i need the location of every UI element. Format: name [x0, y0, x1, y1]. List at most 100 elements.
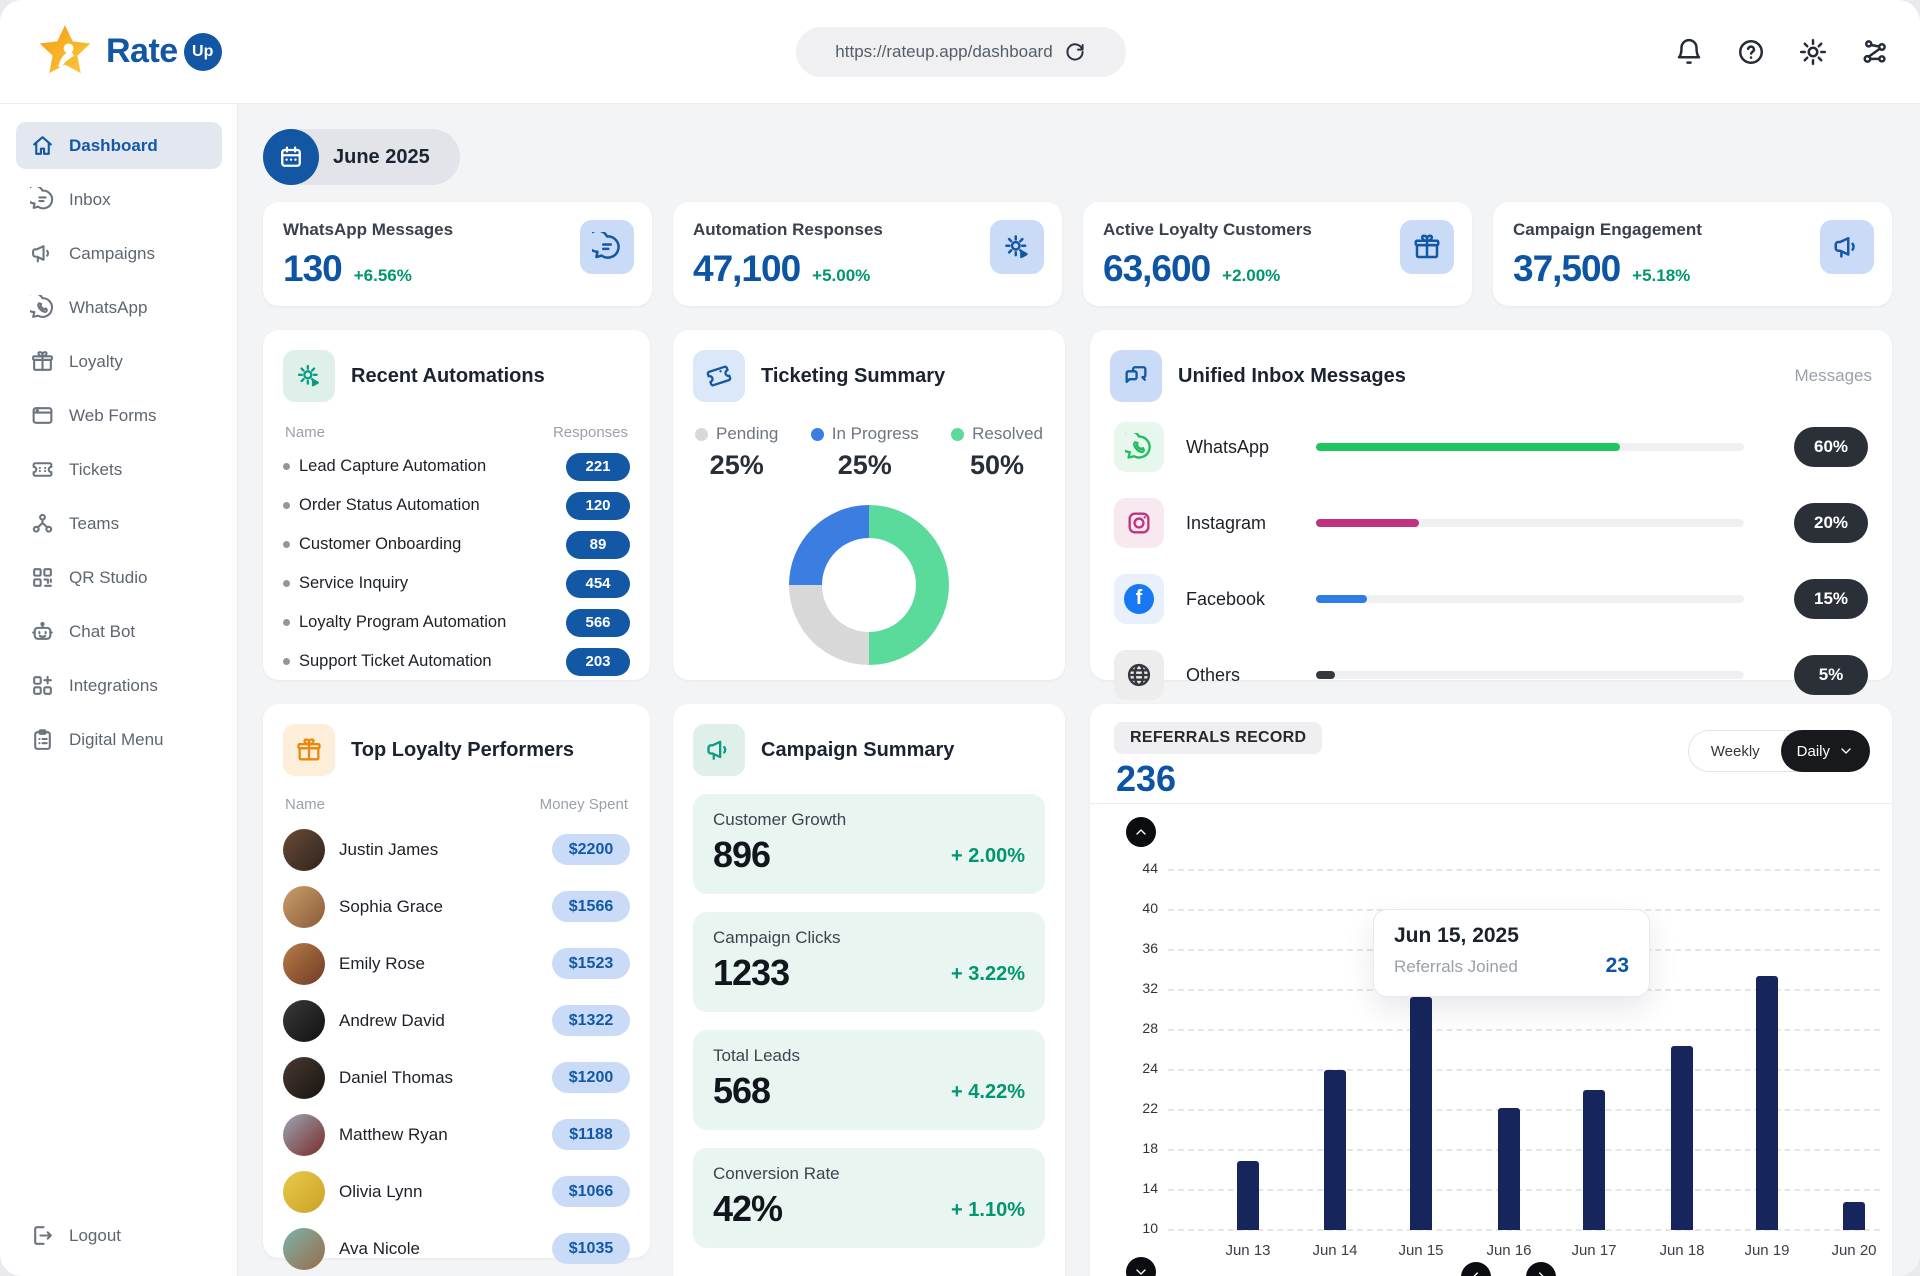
y-tick: 36 [1110, 940, 1158, 956]
automation-row[interactable]: Order Status Automation120 [263, 486, 650, 525]
gear-play-icon [990, 220, 1044, 274]
card-title: Ticketing Summary [761, 365, 945, 388]
sidebar-item-integrations[interactable]: Integrations [16, 662, 222, 709]
tooltip-label: Referrals Joined [1394, 957, 1518, 977]
automation-row[interactable]: Customer Onboarding89 [263, 525, 650, 564]
bar-jun-13[interactable] [1237, 1161, 1259, 1230]
bullet-dot [283, 463, 290, 470]
responses-badge: 566 [566, 609, 630, 637]
sidebar-item-dashboard[interactable]: Dashboard [16, 122, 222, 169]
progress-track [1316, 519, 1744, 527]
responses-badge: 454 [566, 570, 630, 598]
y-tick: 28 [1110, 1020, 1158, 1036]
bar-jun-17[interactable] [1583, 1090, 1605, 1230]
x-tick: Jun 14 [1295, 1242, 1375, 1259]
toggle-daily-label: Daily [1797, 743, 1830, 760]
notifications-bell-icon[interactable] [1674, 37, 1704, 67]
legend-dot [695, 428, 708, 441]
performer-row[interactable]: Daniel Thomas$1200 [263, 1049, 650, 1106]
chevron-down-icon [1133, 1264, 1149, 1276]
sidebar-item-web-forms[interactable]: Web Forms [16, 392, 222, 439]
url-bar[interactable]: https://rateup.app/dashboard [796, 27, 1126, 77]
channel-row-facebook: Facebook 15% [1090, 568, 1892, 630]
megaphone-icon [1820, 220, 1874, 274]
sidebar-item-tickets[interactable]: Tickets [16, 446, 222, 493]
sidebar-item-loyalty[interactable]: Loyalty [16, 338, 222, 385]
performer-row[interactable]: Matthew Ryan$1188 [263, 1106, 650, 1163]
legend-label: Pending [716, 424, 778, 444]
ticketing-donut-chart[interactable] [789, 505, 949, 665]
sidebar-item-inbox[interactable]: Inbox [16, 176, 222, 223]
toggle-daily[interactable]: Daily [1781, 730, 1870, 772]
messages-label: Messages [1795, 366, 1872, 386]
sidebar-item-qr-studio[interactable]: QR Studio [16, 554, 222, 601]
logout-button[interactable]: Logout [16, 1212, 222, 1259]
reload-icon[interactable] [1063, 40, 1087, 64]
dual-chat-icon [1110, 350, 1162, 402]
whatsapp-icon [1114, 422, 1164, 472]
responses-badge: 221 [566, 453, 630, 481]
bar-jun-14[interactable] [1324, 1070, 1346, 1230]
money-badge: $1066 [552, 1176, 630, 1207]
bar-jun-19[interactable] [1756, 976, 1778, 1230]
performer-row[interactable]: Ava Nicole$1035 [263, 1220, 650, 1276]
bar-jun-16[interactable] [1498, 1108, 1520, 1230]
bar-jun-20[interactable] [1843, 1202, 1865, 1230]
help-icon[interactable] [1736, 37, 1766, 67]
bar-jun-15[interactable] [1410, 997, 1432, 1230]
scroll-down-button[interactable] [1126, 1257, 1156, 1276]
performer-row[interactable]: Andrew David$1322 [263, 992, 650, 1049]
performer-row[interactable]: Emily Rose$1523 [263, 935, 650, 992]
clipboard-icon [30, 727, 55, 752]
sidebar-item-teams[interactable]: Teams [16, 500, 222, 547]
money-badge: $1200 [552, 1062, 630, 1093]
sidebar-item-label: Campaigns [69, 244, 155, 264]
automation-row[interactable]: Loyalty Program Automation566 [263, 603, 650, 642]
performer-row[interactable]: Justin James$2200 [263, 821, 650, 878]
money-badge: $1566 [552, 891, 630, 922]
scroll-up-button[interactable] [1126, 817, 1156, 847]
robot-icon [30, 619, 55, 644]
toggle-weekly[interactable]: Weekly [1689, 743, 1782, 760]
channel-percent-badge: 15% [1794, 579, 1868, 619]
sidebar-item-label: QR Studio [69, 568, 147, 588]
sidebar-nav: Dashboard Inbox Campaigns WhatsApp Loyal… [0, 104, 238, 1276]
sidebar-item-label: Teams [69, 514, 119, 534]
scroll-right-button[interactable] [1526, 1262, 1556, 1276]
money-badge: $1523 [552, 948, 630, 979]
sidebar-item-label: Digital Menu [69, 730, 164, 750]
url-text: https://rateup.app/dashboard [835, 42, 1052, 62]
progress-fill [1316, 519, 1419, 527]
tooltip-value: 23 [1606, 954, 1629, 978]
gift-icon [283, 724, 335, 776]
x-tick: Jun 13 [1208, 1242, 1288, 1259]
sidebar-item-campaigns[interactable]: Campaigns [16, 230, 222, 277]
chevron-up-icon [1133, 824, 1149, 840]
channel-percent-badge: 60% [1794, 427, 1868, 467]
settings-gear-icon[interactable] [1798, 37, 1828, 67]
money-badge: $1188 [552, 1119, 630, 1150]
responses-badge: 89 [566, 531, 630, 559]
performer-row[interactable]: Sophia Grace$1566 [263, 878, 650, 935]
metric-campaign-clicks: Campaign Clicks 1233 + 3.22% [693, 912, 1045, 1012]
automation-row[interactable]: Support Ticket Automation203 [263, 642, 650, 681]
sidebar-item-whatsapp[interactable]: WhatsApp [16, 284, 222, 331]
network-hub-icon[interactable] [1860, 37, 1890, 67]
scroll-left-button[interactable] [1461, 1262, 1491, 1276]
bar-jun-18[interactable] [1671, 1046, 1693, 1230]
metric-conversion-rate: Conversion Rate 42% + 1.10% [693, 1148, 1045, 1248]
performer-row[interactable]: Olivia Lynn $1066 [263, 1163, 650, 1220]
sidebar-item-digital-menu[interactable]: Digital Menu [16, 716, 222, 763]
table-header: Name Responses [263, 424, 650, 441]
sidebar-item-chat-bot[interactable]: Chat Bot [16, 608, 222, 655]
avatar [283, 886, 325, 928]
automation-row[interactable]: Service Inquiry454 [263, 564, 650, 603]
performer-name: Olivia Lynn [339, 1182, 422, 1202]
legend-value: 25% [838, 450, 892, 481]
brand-logo[interactable]: Rate Up [34, 21, 222, 83]
stat-delta: +6.56% [354, 266, 412, 286]
date-selector[interactable]: June 2025 [263, 129, 460, 185]
stat-title: Campaign Engagement [1513, 220, 1872, 240]
chat-bubble-icon [580, 220, 634, 274]
automation-row[interactable]: Lead Capture Automation221 [263, 447, 650, 486]
